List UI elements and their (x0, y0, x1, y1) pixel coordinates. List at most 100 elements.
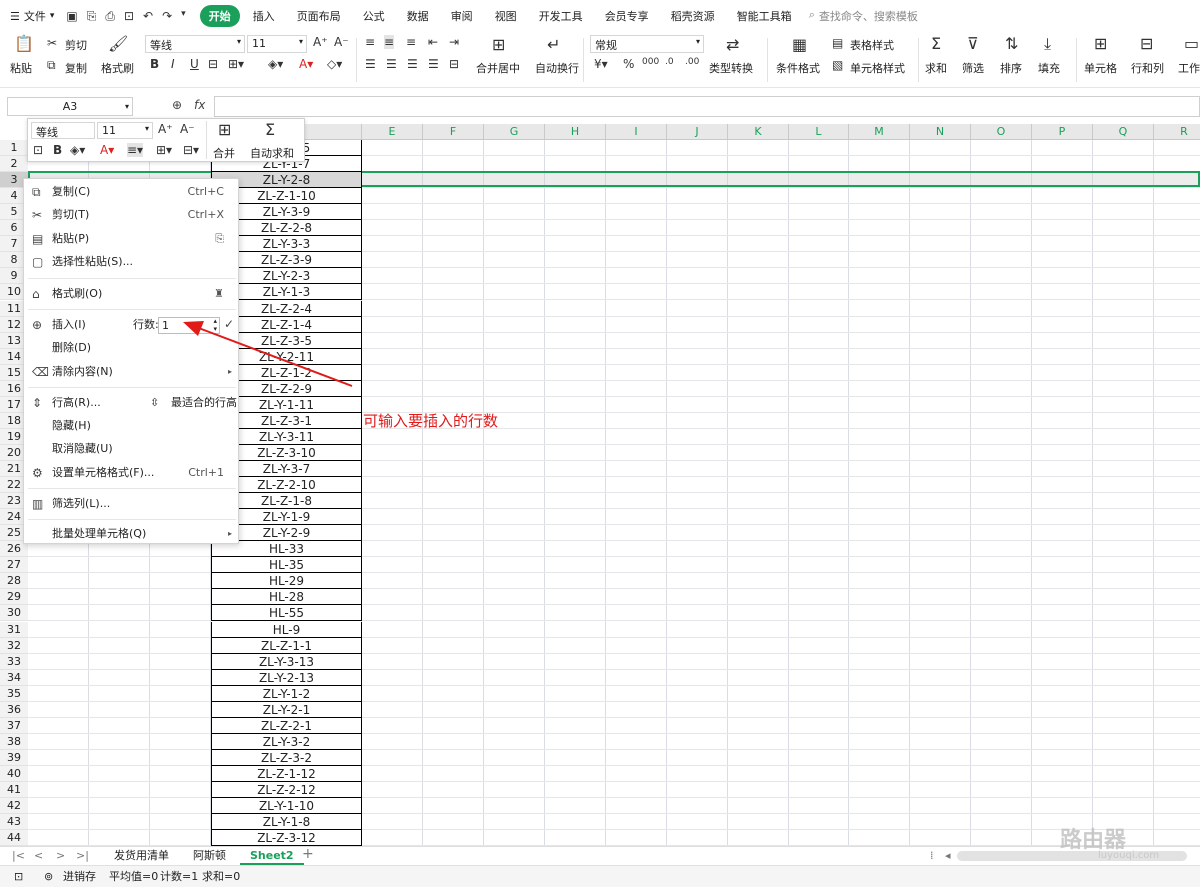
menu-item-filter-column[interactable]: ▥ 筛选列(L)... (24, 493, 238, 515)
column-header[interactable]: K (728, 124, 789, 140)
menu-item-format-cells[interactable]: ⚙ 设置单元格格式(F)... Ctrl+1 (24, 462, 238, 484)
formula-input[interactable] (214, 96, 1200, 117)
print-preview-icon[interactable]: ⊡ (124, 9, 134, 24)
align-middle-icon[interactable]: ≡ (384, 35, 395, 49)
column-header[interactable]: F (423, 124, 484, 140)
table-cell[interactable]: HL-9 (211, 622, 362, 638)
percent-icon[interactable]: % (623, 57, 634, 71)
menu-item-row-height[interactable]: ⇕ 行高(R)... ⇳ 最适合的行高 (24, 392, 238, 414)
split-handle-icon[interactable]: ⁞ (930, 849, 934, 862)
table-cell[interactable]: HL-28 (211, 589, 362, 605)
fill-button[interactable]: 填充 (1038, 60, 1060, 76)
currency-icon[interactable]: ¥▾ (594, 57, 608, 71)
table-cell[interactable]: HL-55 (211, 605, 362, 621)
sheet-tab[interactable]: 阿斯顿 (183, 847, 236, 865)
row-header[interactable]: 27 (0, 557, 28, 573)
tab-5[interactable]: 审阅 (440, 8, 484, 24)
align-center-icon[interactable]: ☰ (386, 57, 397, 71)
justify-icon[interactable]: ☰ (428, 57, 439, 71)
sheet-tab-active[interactable]: Sheet2 (240, 847, 304, 865)
menu-item-paste[interactable]: ▤ 粘贴(P) ⎘ (24, 228, 238, 250)
mini-merge-button[interactable]: 合并 (213, 145, 235, 161)
sheet-tab[interactable]: 发货用清单 (104, 847, 179, 865)
align-bottom-icon[interactable]: ≡ (406, 35, 416, 49)
prev-sheet-icon[interactable]: < (34, 849, 43, 862)
paste-button[interactable]: 粘贴 (10, 60, 32, 76)
column-header[interactable]: I (606, 124, 667, 140)
menu-item-delete[interactable]: 删除(D) (24, 337, 238, 359)
table-cell[interactable]: ZL-Z-3-2 (211, 750, 362, 766)
menu-item-batch[interactable]: 批量处理单元格(Q) ▸ (24, 523, 238, 545)
font-shrink-icon[interactable]: A⁻ (334, 35, 349, 49)
merge-center-button[interactable]: 合并居中 (476, 60, 520, 76)
table-cell[interactable]: HL-29 (211, 573, 362, 589)
menu-item-cut[interactable]: ✂ 剪切(T) Ctrl+X (24, 204, 238, 226)
row-header[interactable]: 37 (0, 718, 28, 734)
more-icon[interactable]: ▾ (181, 9, 186, 24)
rows-count-input[interactable]: 1 ▴ ▾ (158, 317, 220, 334)
last-sheet-icon[interactable]: >| (76, 849, 89, 862)
table-cell[interactable]: ZL-Z-1-1 (211, 638, 362, 654)
add-sheet-icon[interactable]: + (302, 846, 314, 862)
column-header[interactable]: R (1154, 124, 1200, 140)
menu-item-clear[interactable]: ⌫ 清除内容(N) ▸ (24, 361, 238, 383)
confirm-check-icon[interactable]: ✓ (224, 317, 234, 331)
scroll-left-icon[interactable]: ◂ (945, 849, 951, 862)
tab-9[interactable]: 稻壳资源 (660, 8, 726, 24)
table-cell[interactable]: ZL-Y-3-2 (211, 734, 362, 750)
menu-best-fit-label[interactable]: 最适合的行高 (171, 392, 237, 414)
mini-autosum-button[interactable]: 自动求和 (250, 145, 294, 161)
table-cell[interactable]: ZL-Z-2-1 (211, 718, 362, 734)
zoom-icon[interactable]: ⊕ (172, 98, 182, 112)
border-icon[interactable]: ⊞▾ (228, 57, 244, 71)
save-icon[interactable]: ▣ (66, 9, 77, 24)
cell-style-button[interactable]: 单元格样式 (850, 60, 905, 76)
paste-icon[interactable]: 📋 (14, 36, 34, 52)
menu-item-paste-special[interactable]: ▢ 选择性粘贴(S)... (24, 251, 238, 273)
align-right-icon[interactable]: ☰ (407, 57, 418, 71)
undo-icon[interactable]: ↶ (143, 9, 153, 24)
status-app-label[interactable]: 进销存 (63, 866, 96, 887)
save-as-icon[interactable]: ⎘ (87, 9, 97, 24)
mini-border-icon[interactable]: ⊞▾ (156, 143, 172, 157)
mini-font-name[interactable]: 等线 (31, 122, 95, 139)
row-header[interactable]: 36 (0, 702, 28, 718)
tab-7[interactable]: 开发工具 (528, 8, 594, 24)
cell-button[interactable]: 单元格 (1084, 60, 1117, 76)
mini-font-grow-icon[interactable]: A⁺ (158, 122, 173, 136)
bold-icon[interactable]: B (150, 57, 159, 71)
row-header[interactable]: 43 (0, 814, 28, 830)
row-header[interactable]: 44 (0, 830, 28, 846)
table-cell[interactable]: HL-35 (211, 557, 362, 573)
menu-item-format-painter[interactable]: ⌂ 格式刷(O) ♜ (24, 283, 238, 305)
row-header[interactable]: 40 (0, 766, 28, 782)
table-cell[interactable]: ZL-Y-3-13 (211, 654, 362, 670)
tab-2[interactable]: 页面布局 (286, 8, 352, 24)
italic-icon[interactable]: I (171, 57, 175, 71)
table-cell[interactable]: ZL-Z-1-12 (211, 766, 362, 782)
mini-fill-color-icon[interactable]: ◈▾ (70, 143, 85, 157)
copy-button[interactable]: 复制 (65, 60, 87, 76)
menu-item-hide[interactable]: 隐藏(H) (24, 415, 238, 437)
column-header[interactable]: N (910, 124, 971, 140)
app-icon[interactable]: ⊡ (14, 866, 23, 887)
table-cell[interactable]: ZL-Y-2-1 (211, 702, 362, 718)
tab-10[interactable]: 智能工具箱 (726, 8, 803, 24)
mini-font-shrink-icon[interactable]: A⁻ (180, 122, 195, 136)
mini-more-icon[interactable]: ⊟▾ (183, 143, 199, 157)
menu-item-unhide[interactable]: 取消隐藏(U) (24, 438, 238, 460)
filter-button[interactable]: 筛选 (962, 60, 984, 76)
column-header[interactable]: E (362, 124, 423, 140)
worksheet-button[interactable]: 工作 (1178, 60, 1200, 76)
cut-button[interactable]: 剪切 (65, 37, 87, 53)
thousands-icon[interactable]: 000 (642, 57, 659, 67)
column-header[interactable]: G (484, 124, 545, 140)
menu-item-copy[interactable]: ⧉ 复制(C) Ctrl+C (24, 181, 238, 203)
redo-icon[interactable]: ↷ (162, 9, 172, 24)
distributed-icon[interactable]: ⊟ (449, 57, 459, 71)
mini-font-size[interactable]: 11 ▾ (97, 122, 153, 139)
stepper-icon[interactable]: ▴ ▾ (213, 317, 217, 333)
indent-increase-icon[interactable]: ⇥ (449, 35, 459, 49)
row-header[interactable]: 33 (0, 654, 28, 670)
increase-decimal-icon[interactable]: .0 (665, 57, 674, 67)
